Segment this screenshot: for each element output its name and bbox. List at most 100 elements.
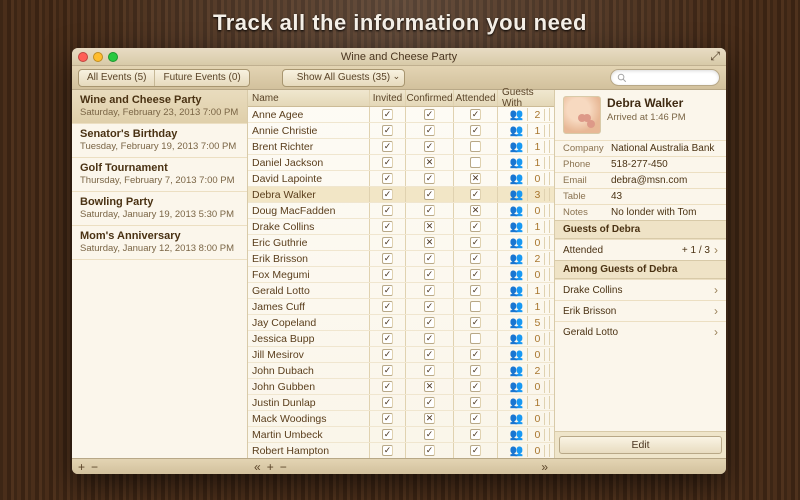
seg-future-events[interactable]: Future Events (0) bbox=[155, 70, 248, 86]
table-row[interactable]: John Dubach✓✓✓👥2 bbox=[248, 363, 554, 379]
table-row[interactable]: Drake Collins✓✕✓👥1 bbox=[248, 219, 554, 235]
table-row[interactable]: Brent Richter✓✓👥1 bbox=[248, 139, 554, 155]
among-guest-row[interactable]: Erik Brisson› bbox=[555, 300, 726, 321]
checkbox[interactable] bbox=[470, 157, 481, 168]
sidebar-event[interactable]: Bowling PartySaturday, January 19, 2013 … bbox=[72, 192, 247, 226]
checkbox[interactable]: ✓ bbox=[424, 269, 435, 280]
col-header-guestswith[interactable]: Guests With bbox=[498, 90, 554, 106]
checkbox[interactable]: ✓ bbox=[424, 173, 435, 184]
search-input[interactable] bbox=[610, 69, 720, 86]
col-header-name[interactable]: Name bbox=[248, 90, 370, 106]
checkbox[interactable]: ✓ bbox=[382, 349, 393, 360]
edit-button[interactable]: Edit bbox=[559, 436, 722, 454]
table-row[interactable]: Jessica Bupp✓✓👥0 bbox=[248, 331, 554, 347]
checkbox[interactable]: ✓ bbox=[382, 141, 393, 152]
checkbox[interactable]: ✓ bbox=[424, 445, 435, 456]
checkbox[interactable]: ✓ bbox=[382, 429, 393, 440]
events-segmented-control[interactable]: All Events (5) Future Events (0) bbox=[78, 69, 250, 87]
col-header-confirmed[interactable]: Confirmed bbox=[406, 90, 454, 106]
sidebar-event[interactable]: Golf TournamentThursday, February 7, 201… bbox=[72, 158, 247, 192]
checkbox[interactable]: ✓ bbox=[424, 109, 435, 120]
table-row[interactable]: Erik Brisson✓✓✓👥2 bbox=[248, 251, 554, 267]
table-row[interactable]: Annie Christie✓✓✓👥1 bbox=[248, 123, 554, 139]
table-row[interactable]: John Gubben✓✕✓👥0 bbox=[248, 379, 554, 395]
table-row[interactable]: Jill Mesirov✓✓✓👥0 bbox=[248, 347, 554, 363]
checkbox[interactable]: ✓ bbox=[382, 125, 393, 136]
checkbox[interactable]: ✓ bbox=[470, 397, 481, 408]
sidebar-event[interactable]: Wine and Cheese PartySaturday, February … bbox=[72, 90, 247, 124]
checkbox[interactable]: ✓ bbox=[382, 109, 393, 120]
checkbox[interactable]: ✓ bbox=[382, 253, 393, 264]
table-row[interactable]: Robert Hampton✓✓✓👥0 bbox=[248, 443, 554, 458]
checkbox[interactable]: ✓ bbox=[382, 413, 393, 424]
table-row[interactable]: Eric Guthrie✓✕✓👥0 bbox=[248, 235, 554, 251]
checkbox[interactable] bbox=[470, 141, 481, 152]
checkbox[interactable]: ✕ bbox=[470, 205, 481, 216]
checkbox[interactable]: ✓ bbox=[382, 365, 393, 376]
checkbox[interactable]: ✓ bbox=[470, 221, 481, 232]
checkbox[interactable]: ✓ bbox=[470, 365, 481, 376]
checkbox[interactable]: ✕ bbox=[424, 413, 435, 424]
checkbox[interactable]: ✓ bbox=[382, 237, 393, 248]
table-row[interactable]: Justin Dunlap✓✓✓👥1 bbox=[248, 395, 554, 411]
checkbox[interactable]: ✕ bbox=[424, 237, 435, 248]
checkbox[interactable]: ✓ bbox=[424, 365, 435, 376]
seg-all-events[interactable]: All Events (5) bbox=[79, 70, 155, 86]
table-row[interactable]: James Cuff✓✓👥1 bbox=[248, 299, 554, 315]
checkbox[interactable]: ✓ bbox=[382, 317, 393, 328]
checkbox[interactable]: ✓ bbox=[424, 397, 435, 408]
table-row[interactable]: Daniel Jackson✓✕👥1 bbox=[248, 155, 554, 171]
checkbox[interactable]: ✓ bbox=[470, 109, 481, 120]
table-row[interactable]: Gerald Lotto✓✓✓👥1 bbox=[248, 283, 554, 299]
checkbox[interactable]: ✓ bbox=[424, 189, 435, 200]
checkbox[interactable]: ✕ bbox=[424, 381, 435, 392]
add-event-button[interactable]: + bbox=[78, 460, 85, 474]
among-guest-row[interactable]: Drake Collins› bbox=[555, 279, 726, 300]
among-guest-row[interactable]: Gerald Lotto› bbox=[555, 321, 726, 342]
checkbox[interactable]: ✓ bbox=[470, 413, 481, 424]
checkbox[interactable]: ✓ bbox=[382, 269, 393, 280]
checkbox[interactable]: ✓ bbox=[424, 141, 435, 152]
checkbox[interactable]: ✓ bbox=[470, 269, 481, 280]
checkbox[interactable]: ✓ bbox=[424, 253, 435, 264]
checkbox[interactable]: ✓ bbox=[470, 429, 481, 440]
first-page-icon[interactable]: « bbox=[254, 460, 261, 474]
checkbox[interactable]: ✓ bbox=[382, 333, 393, 344]
table-row[interactable]: Debra Walker✓✓✓👥3 bbox=[248, 187, 554, 203]
checkbox[interactable]: ✓ bbox=[382, 205, 393, 216]
checkbox[interactable]: ✓ bbox=[470, 237, 481, 248]
checkbox[interactable]: ✓ bbox=[470, 125, 481, 136]
checkbox[interactable]: ✓ bbox=[470, 381, 481, 392]
table-row[interactable]: Jay Copeland✓✓✓👥5 bbox=[248, 315, 554, 331]
add-guest-button[interactable]: + bbox=[267, 460, 274, 474]
checkbox[interactable]: ✓ bbox=[424, 429, 435, 440]
sidebar-event[interactable]: Senator's BirthdayTuesday, February 19, … bbox=[72, 124, 247, 158]
checkbox[interactable]: ✓ bbox=[470, 445, 481, 456]
checkbox[interactable]: ✓ bbox=[470, 189, 481, 200]
checkbox[interactable]: ✓ bbox=[382, 301, 393, 312]
table-row[interactable]: Fox Megumi✓✓✓👥0 bbox=[248, 267, 554, 283]
checkbox[interactable] bbox=[470, 301, 481, 312]
checkbox[interactable]: ✕ bbox=[424, 157, 435, 168]
table-row[interactable]: Martin Umbeck✓✓✓👥0 bbox=[248, 427, 554, 443]
remove-guest-button[interactable]: − bbox=[280, 460, 287, 474]
checkbox[interactable]: ✓ bbox=[424, 205, 435, 216]
sidebar-event[interactable]: Mom's AnniversarySaturday, January 12, 2… bbox=[72, 226, 247, 260]
guest-filter-dropdown[interactable]: Show All Guests (35) bbox=[282, 69, 405, 87]
col-header-invited[interactable]: Invited bbox=[370, 90, 406, 106]
checkbox[interactable]: ✓ bbox=[470, 317, 481, 328]
table-row[interactable]: David Lapointe✓✓✕👥0 bbox=[248, 171, 554, 187]
checkbox[interactable]: ✓ bbox=[382, 221, 393, 232]
checkbox[interactable]: ✓ bbox=[382, 173, 393, 184]
checkbox[interactable]: ✓ bbox=[382, 445, 393, 456]
col-header-attended[interactable]: Attended bbox=[454, 90, 498, 106]
remove-event-button[interactable]: − bbox=[91, 460, 98, 474]
checkbox[interactable]: ✓ bbox=[470, 253, 481, 264]
checkbox[interactable]: ✕ bbox=[424, 221, 435, 232]
table-row[interactable]: Doug MacFadden✓✓✕👥0 bbox=[248, 203, 554, 219]
checkbox[interactable]: ✓ bbox=[382, 157, 393, 168]
checkbox[interactable]: ✓ bbox=[470, 285, 481, 296]
checkbox[interactable]: ✓ bbox=[470, 349, 481, 360]
table-row[interactable]: Anne Agee✓✓✓👥2 bbox=[248, 107, 554, 123]
checkbox[interactable]: ✓ bbox=[424, 333, 435, 344]
